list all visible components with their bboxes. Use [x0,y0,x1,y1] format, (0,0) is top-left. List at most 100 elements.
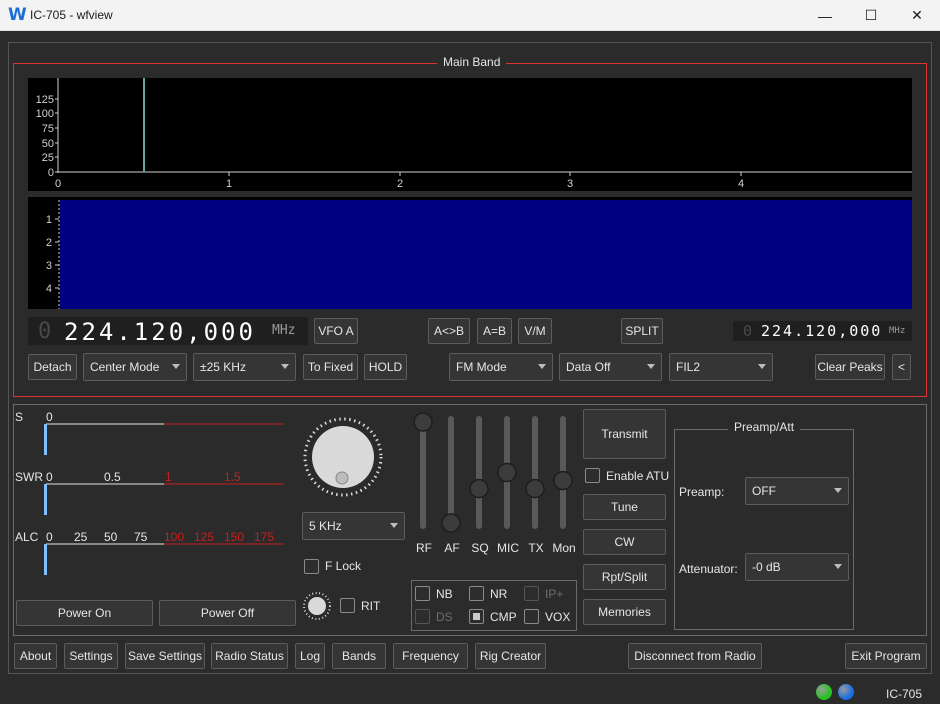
title-bar [0,0,940,31]
slider-handle-tx[interactable] [525,478,545,499]
swr-tick: 0.5 [104,470,121,484]
log-button[interactable]: Log [295,643,325,669]
bands-button[interactable]: Bands [332,643,386,669]
waterfall-axis: 1 2 3 4 [46,200,60,309]
span-select[interactable]: ±25 KHz [193,353,296,381]
meters-panel: S 0 SWR 0 0.5 1 1.5 ALC 0 25 50 75 100 1… [15,410,284,575]
slider-track-rf[interactable] [420,416,426,529]
freq-sub-prefix: 0 [743,322,753,340]
rpt-split-button[interactable]: Rpt/Split [583,564,666,590]
slider-label-tx: TX [528,541,543,555]
collapse-button[interactable]: < [892,354,911,380]
attenuator-label: Attenuator: [679,562,738,576]
exit-program-button[interactable]: Exit Program [845,643,927,669]
alc-tick: 75 [134,530,148,544]
enable-atu-checkbox[interactable] [585,468,600,483]
split-button[interactable]: SPLIT [621,318,663,344]
preamp-select[interactable]: OFF [745,477,849,505]
slider-handle-rf[interactable] [413,412,433,432]
tuning-step-value: 5 KHz [309,519,342,533]
spectrum-y-tick: 75 [42,123,54,135]
rig-name-status: IC-705 [886,687,923,701]
hold-button[interactable]: HOLD [364,354,407,380]
main-frequency-display[interactable]: 0 224.120,000 MHz [28,317,308,346]
slider-track-af[interactable] [448,416,454,529]
status-led-blue [838,684,854,700]
tuning-knob[interactable] [302,416,384,498]
window-title: IC-705 - wfview [30,8,113,22]
vfo-a-button[interactable]: VFO A [314,318,358,344]
sub-frequency-display[interactable]: 0 224.120,000 MHz [733,321,912,341]
swr-tick: 0 [46,470,53,484]
main-band-title: Main Band [437,55,507,69]
spectrum-y-tick: 25 [42,152,54,164]
power-on-button[interactable]: Power On [16,600,153,626]
rit-label: RIT [361,599,381,613]
slider-track-sq[interactable] [476,416,482,529]
radio-status-button[interactable]: Radio Status [211,643,288,669]
rig-creator-button[interactable]: Rig Creator [475,643,546,669]
frequency-button[interactable]: Frequency [393,643,468,669]
slider-track-tx[interactable] [532,416,538,529]
cw-button[interactable]: CW [583,529,666,555]
freq-main-prefix: 0 [38,319,52,344]
ipplus-label: IP+ [545,587,564,601]
s-meter-label: S [15,410,23,424]
tuning-step-select[interactable]: 5 KHz [302,512,405,540]
close-button[interactable]: ✕ [894,0,940,31]
rit-knob[interactable] [303,592,331,620]
nr-checkbox[interactable] [469,586,484,601]
maximize-button[interactable]: ☐ [848,0,894,31]
detach-button[interactable]: Detach [28,354,77,380]
filter-select[interactable]: FIL2 [669,353,773,381]
alc-tick: 150 [224,530,244,544]
center-mode-value: Center Mode [90,360,160,374]
disconnect-button[interactable]: Disconnect from Radio [628,643,762,669]
slider-handle-mic[interactable] [497,462,517,483]
about-button[interactable]: About [14,643,57,669]
span-value: ±25 KHz [200,360,246,374]
spectrum-y-tick: 50 [42,138,54,150]
mode-select[interactable]: FM Mode [449,353,553,381]
slider-handle-mon[interactable] [553,470,573,491]
swr-meter-label: SWR [15,470,43,484]
memories-button[interactable]: Memories [583,599,666,625]
to-fixed-button[interactable]: To Fixed [303,354,358,380]
cmp-checkbox[interactable] [469,609,484,624]
minimize-button[interactable]: — [802,0,848,31]
slider-handle-sq[interactable] [469,478,489,499]
f-lock-checkbox[interactable] [304,559,319,574]
slider-handle-af[interactable] [441,513,461,533]
vox-checkbox[interactable] [524,609,539,624]
nr-label: NR [490,587,508,601]
tune-button[interactable]: Tune [583,494,666,520]
waterfall-y-tick: 4 [46,283,52,295]
waterfall-y-tick: 1 [46,214,52,226]
attenuator-select[interactable]: -0 dB [745,553,849,581]
alc-tick: 25 [74,530,88,544]
center-mode-select[interactable]: Center Mode [83,353,187,381]
slider-label-mic: MIC [497,541,519,555]
level-sliders: RF AF SQ MIC TX Mon [413,412,576,555]
a-swap-b-button[interactable]: A<>B [428,318,470,344]
freq-main-unit: MHz [272,323,296,338]
chevron-down-icon [281,364,289,369]
save-settings-button[interactable]: Save Settings [125,643,205,669]
power-off-button[interactable]: Power Off [159,600,296,626]
waterfall-display[interactable] [60,200,912,309]
data-mode-select[interactable]: Data Off [559,353,662,381]
rit-checkbox[interactable] [340,598,355,613]
settings-button[interactable]: Settings [64,643,118,669]
vox-label: VOX [545,610,571,624]
nb-checkbox[interactable] [415,586,430,601]
clear-peaks-button[interactable]: Clear Peaks [815,354,885,380]
ds-checkbox[interactable] [415,609,430,624]
ipplus-checkbox[interactable] [524,586,539,601]
nb-label: NB [436,587,453,601]
a-equals-b-button[interactable]: A=B [477,318,512,344]
spectrum-y-tick: 125 [36,94,54,106]
alc-tick: 50 [104,530,118,544]
chevron-down-icon [834,564,842,569]
transmit-button[interactable]: Transmit [583,409,666,459]
vm-button[interactable]: V/M [518,318,552,344]
